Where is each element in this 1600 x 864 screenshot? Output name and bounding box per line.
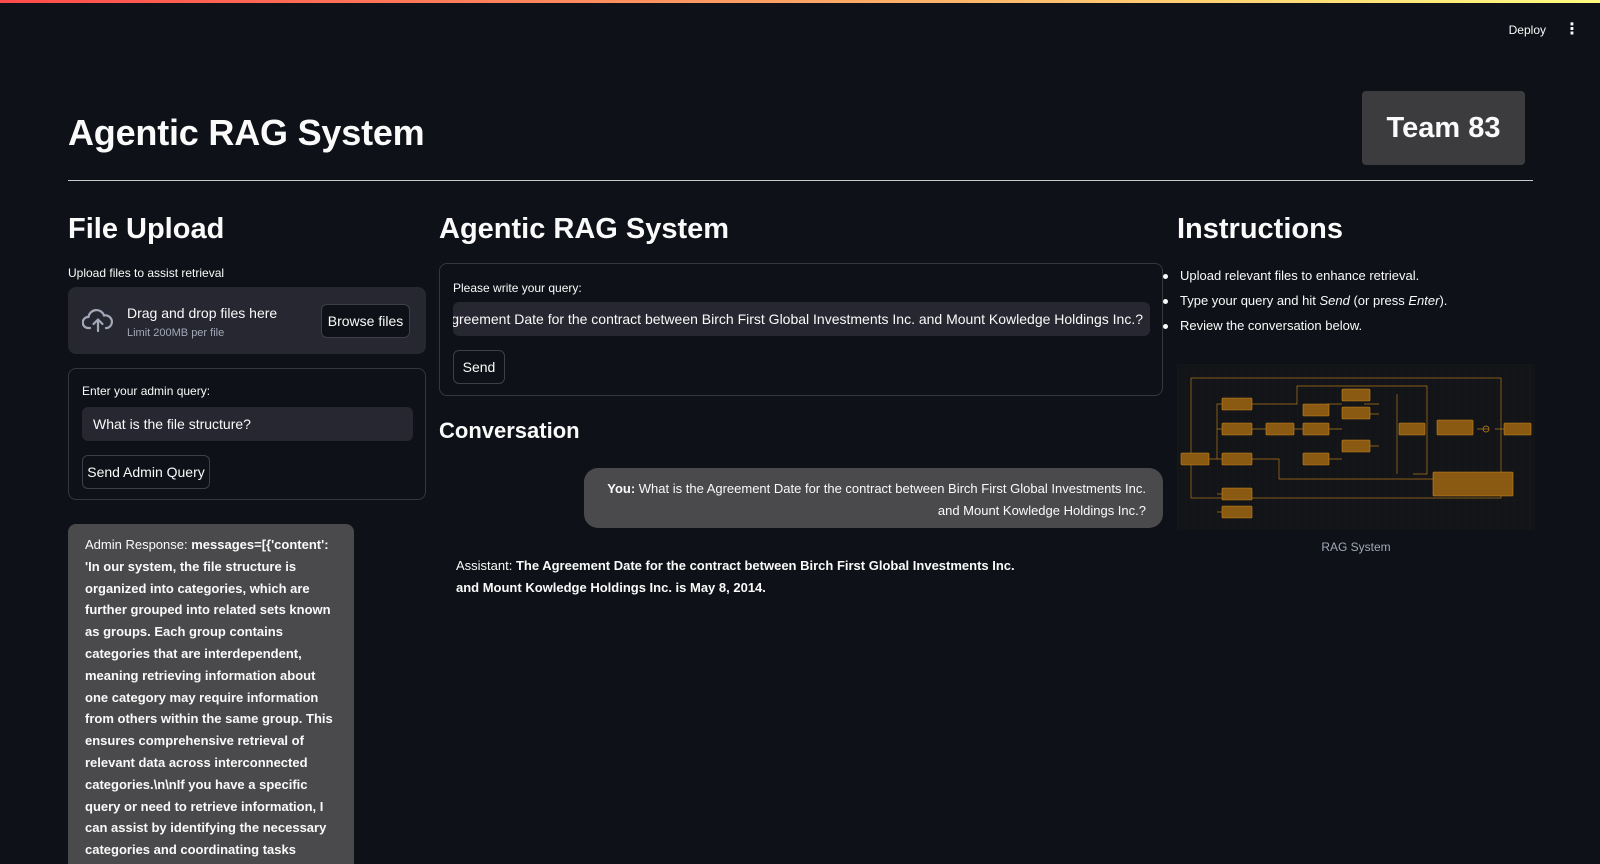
chat-section-title: Agentic RAG System <box>439 213 730 245</box>
team-badge: Team 83 <box>1362 91 1525 165</box>
file-upload-title: File Upload <box>68 213 225 245</box>
instructions-list: Upload relevant files to enhance retriev… <box>1162 268 1448 343</box>
instructions-title: Instructions <box>1177 213 1343 245</box>
query-label: Please write your query: <box>453 281 582 295</box>
user-message: You: What is the Agreement Date for the … <box>584 468 1163 528</box>
file-dropzone[interactable]: Drag and drop files here Limit 200MB per… <box>68 287 426 354</box>
browse-files-button[interactable]: Browse files <box>321 304 410 338</box>
dropzone-limit: Limit 200MB per file <box>127 327 225 339</box>
kebab-menu-icon[interactable]: ⋮ <box>1564 22 1580 38</box>
dropzone-instructions: Drag and drop files here <box>127 305 278 321</box>
user-message-label: You: <box>607 481 636 496</box>
top-accent-bar <box>0 0 1600 3</box>
send-button[interactable]: Send <box>453 350 505 384</box>
upload-label: Upload files to assist retrieval <box>68 266 225 280</box>
send-admin-query-button[interactable]: Send Admin Query <box>82 455 210 489</box>
assistant-message: Assistant: The Agreement Date for the co… <box>456 555 1016 599</box>
instruction-item: Type your query and hit Send (or press E… <box>1162 293 1448 308</box>
top-toolbar: Deploy ⋮ <box>1509 22 1580 38</box>
admin-response-text: messages=[{'content': 'In our system, th… <box>85 537 333 864</box>
admin-query-form: Enter your admin query: What is the file… <box>68 368 426 500</box>
admin-response-box: Admin Response: messages=[{'content': 'I… <box>68 524 354 864</box>
page-title: Agentic RAG System <box>68 112 425 153</box>
admin-response-label: Admin Response: <box>85 537 192 552</box>
instruction-item: Upload relevant files to enhance retriev… <box>1162 268 1447 284</box>
conversation-title: Conversation <box>439 418 580 443</box>
user-message-text: What is the Agreement Date for the contr… <box>635 481 1146 518</box>
query-input[interactable]: at is the Agreement Date for the contrac… <box>453 302 1150 336</box>
instruction-item: Review the conversation below. <box>1162 318 1447 334</box>
assistant-message-label: Assistant: <box>456 558 516 573</box>
header-divider <box>68 180 1533 181</box>
admin-query-label: Enter your admin query: <box>82 384 211 398</box>
cloud-upload-icon <box>82 309 113 333</box>
deploy-button[interactable]: Deploy <box>1509 23 1546 37</box>
query-form: Please write your query: at is the Agree… <box>439 263 1163 396</box>
query-input-value: at is the Agreement Date for the contrac… <box>453 311 1143 327</box>
assistant-message-text: The Agreement Date for the contract betw… <box>456 558 1015 595</box>
rag-system-diagram <box>1177 364 1535 530</box>
admin-query-input[interactable]: What is the file structure? <box>82 407 413 441</box>
diagram-caption: RAG System <box>1321 540 1391 554</box>
